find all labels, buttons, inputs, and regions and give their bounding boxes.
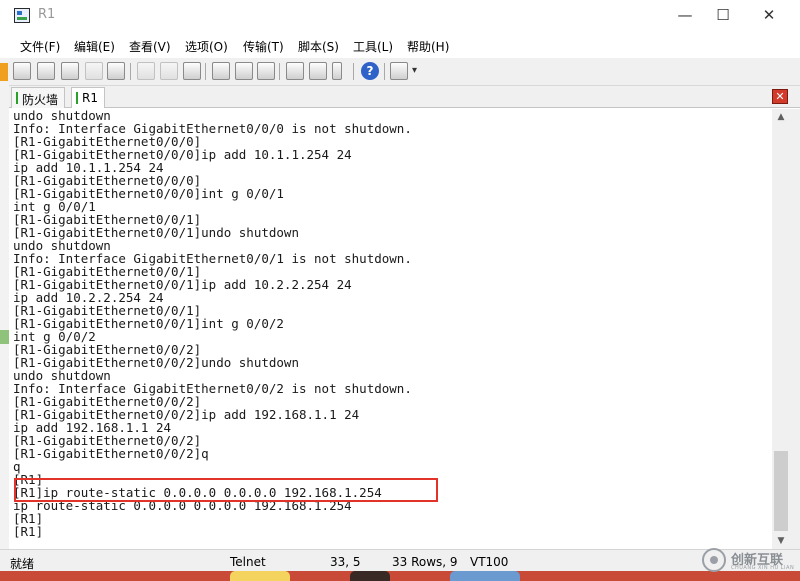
status-cursor: 33, 5 bbox=[330, 555, 361, 569]
quick-connect-icon[interactable] bbox=[37, 62, 55, 80]
tab-label: R1 bbox=[82, 91, 98, 105]
toolbar-separator bbox=[279, 63, 280, 80]
session-options-icon[interactable] bbox=[286, 62, 304, 80]
window-title: R1 bbox=[38, 7, 56, 22]
print-icon[interactable] bbox=[257, 62, 275, 80]
keymap-icon[interactable] bbox=[332, 62, 342, 80]
print-setup-icon[interactable] bbox=[212, 62, 230, 80]
disconnect-icon[interactable] bbox=[107, 62, 125, 80]
watermark-subtext: CHUANG XIN HU LIAN bbox=[731, 565, 795, 571]
watermark-icon bbox=[702, 548, 726, 572]
toolbar-overflow-icon[interactable]: ▾ bbox=[412, 65, 417, 76]
tab-label: 防火墙 bbox=[22, 93, 59, 107]
desktop-background bbox=[0, 571, 800, 581]
lock-icon[interactable] bbox=[390, 62, 408, 80]
vertical-scrollbar[interactable]: ▲ ▼ bbox=[772, 109, 790, 549]
menu-view[interactable]: 查看(V) bbox=[129, 38, 171, 55]
menu-script[interactable]: 脚本(S) bbox=[298, 38, 339, 55]
right-margin bbox=[790, 109, 800, 549]
global-options-icon[interactable] bbox=[309, 62, 327, 80]
terminal-line: [R1] bbox=[13, 524, 44, 539]
toolbar: ? ▾ bbox=[0, 58, 800, 86]
status-terminal-type: VT100 bbox=[470, 555, 509, 569]
tab-status-icon bbox=[16, 92, 18, 104]
close-tab-icon[interactable]: ✕ bbox=[772, 89, 788, 104]
reconnect-icon[interactable] bbox=[85, 62, 103, 80]
status-ready: 就绪 bbox=[10, 557, 35, 571]
menu-transfer[interactable]: 传输(T) bbox=[243, 38, 284, 55]
connect-tab-icon[interactable] bbox=[61, 62, 79, 80]
tab-r1[interactable]: R1 bbox=[71, 87, 105, 108]
session-tab-bar: 防火墙 R1 bbox=[9, 86, 800, 108]
toolbar-separator bbox=[205, 63, 206, 80]
app-icon bbox=[14, 8, 30, 23]
menu-options[interactable]: 选项(O) bbox=[185, 38, 228, 55]
maximize-button[interactable]: ☐ bbox=[700, 0, 746, 32]
desktop-decoration bbox=[350, 571, 390, 581]
status-bar: 就绪 Telnet 33, 5 33 Rows, 9 VT100 bbox=[0, 549, 800, 571]
desktop-decoration bbox=[450, 571, 520, 581]
watermark-logo: 创新互联 CHUANG XIN HU LIAN bbox=[700, 544, 800, 574]
toolbar-separator bbox=[130, 63, 131, 80]
desktop-decoration bbox=[230, 571, 290, 581]
close-button[interactable]: ✕ bbox=[746, 0, 792, 32]
scrollbar-thumb[interactable] bbox=[774, 451, 788, 531]
paste-icon[interactable] bbox=[160, 62, 178, 80]
status-protocol: Telnet bbox=[230, 555, 266, 569]
edge-decoration bbox=[0, 330, 9, 344]
tab-firewall[interactable]: 防火墙 bbox=[11, 87, 66, 108]
help-icon[interactable]: ? bbox=[361, 62, 379, 80]
toolbar-separator bbox=[384, 63, 385, 80]
tab-status-icon bbox=[76, 92, 78, 104]
terminal-line: [R1-GigabitEthernet0/0/2]q bbox=[13, 446, 209, 461]
status-rows: 33 Rows, 9 bbox=[392, 555, 458, 569]
connect-icon[interactable] bbox=[13, 62, 31, 80]
menu-edit[interactable]: 编辑(E) bbox=[74, 38, 115, 55]
left-edge bbox=[0, 58, 9, 581]
menu-bar: 文件(F) 编辑(E) 查看(V) 选项(O) 传输(T) 脚本(S) 工具(L… bbox=[0, 32, 800, 58]
print-screen-icon[interactable] bbox=[235, 62, 253, 80]
toolbar-separator bbox=[353, 63, 354, 80]
edge-decoration bbox=[0, 63, 8, 81]
menu-help[interactable]: 帮助(H) bbox=[407, 38, 449, 55]
menu-tools[interactable]: 工具(L) bbox=[353, 38, 393, 55]
highlight-annotation bbox=[14, 478, 438, 502]
find-icon[interactable] bbox=[183, 62, 201, 80]
scroll-up-icon[interactable]: ▲ bbox=[772, 109, 790, 125]
title-bar: R1 — ☐ ✕ bbox=[0, 0, 800, 32]
menu-file[interactable]: 文件(F) bbox=[20, 38, 60, 55]
copy-icon[interactable] bbox=[137, 62, 155, 80]
